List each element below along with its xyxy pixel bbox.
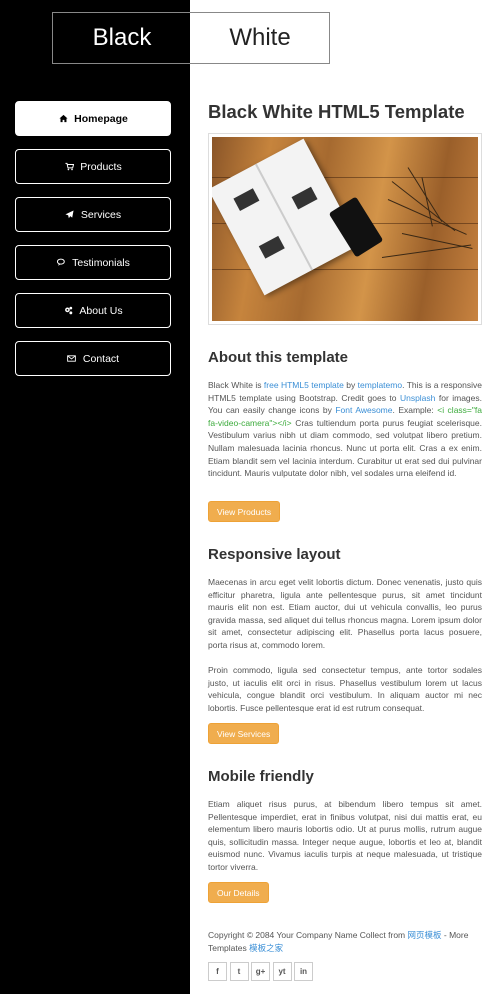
about-heading: About this template xyxy=(208,349,349,366)
view-products-button[interactable]: View Products xyxy=(208,501,281,522)
about-paragraph: Black White is free HTML5 template by te… xyxy=(208,380,482,479)
hero-image xyxy=(208,133,482,325)
templatemo-link[interactable]: templatemo xyxy=(358,380,402,390)
nav-item-testimonials[interactable]: Testimonials xyxy=(15,245,171,280)
twitter-icon[interactable]: t xyxy=(229,962,249,981)
logo-white-text: White xyxy=(229,24,291,51)
nav-item-contact[interactable]: Contact xyxy=(15,341,171,376)
responsive-heading: Responsive layout xyxy=(208,546,341,563)
font-awesome-link[interactable]: Font Awesome xyxy=(335,405,392,415)
paper-plane-icon xyxy=(65,210,75,220)
nav-item-label: Contact xyxy=(82,352,120,365)
responsive-paragraph-1: Maecenas in arcu eget velit lobortis dic… xyxy=(208,577,482,650)
cart-icon xyxy=(64,162,74,172)
nav-item-about-us[interactable]: About Us xyxy=(15,293,171,328)
responsive-paragraph-2: Proin commodo, ligula sed consectetur te… xyxy=(208,665,482,713)
nav-item-products[interactable]: Products xyxy=(15,149,171,184)
mobile-heading: Mobile friendly xyxy=(208,768,314,785)
view-services-button[interactable]: View Services xyxy=(208,723,280,744)
free-template-link[interactable]: free HTML5 template xyxy=(264,380,344,390)
home-icon xyxy=(58,114,68,124)
unsplash-link[interactable]: Unsplash xyxy=(400,393,435,403)
nav-item-label: About Us xyxy=(79,304,123,317)
nav-item-label: Testimonials xyxy=(72,256,130,269)
page-title: Black White HTML5 Template xyxy=(208,101,465,122)
cogs-icon xyxy=(63,306,73,316)
footer-copyright: Copyright © 2084 Your Company Name Colle… xyxy=(208,930,469,953)
nav-item-homepage[interactable]: Homepage xyxy=(15,101,171,136)
footer-link-2[interactable]: 模板之家 xyxy=(249,943,283,953)
nav-item-label: Products xyxy=(80,160,122,173)
nav-item-label: Homepage xyxy=(74,112,128,125)
logo-black-text: Black xyxy=(92,24,152,51)
sidebar-nav: Homepage Products Services Testimonials … xyxy=(15,101,171,389)
comments-icon xyxy=(56,258,66,268)
nav-item-label: Services xyxy=(80,208,122,221)
youtube-icon[interactable]: yt xyxy=(272,962,292,981)
social-links: f t g+ yt in xyxy=(208,962,316,981)
nav-item-services[interactable]: Services xyxy=(15,197,171,232)
facebook-icon[interactable]: f xyxy=(208,962,227,981)
logo[interactable]: Black White xyxy=(52,12,330,64)
mobile-paragraph: Etiam aliquet risus purus, at bibendum l… xyxy=(208,799,482,872)
hero-photo xyxy=(212,137,478,321)
footer-link-1[interactable]: 网页模板 xyxy=(408,930,442,940)
envelope-icon xyxy=(67,354,77,364)
linkedin-icon[interactable]: in xyxy=(294,962,313,981)
google-plus-icon[interactable]: g+ xyxy=(251,962,270,981)
our-details-button[interactable]: Our Details xyxy=(208,882,269,903)
